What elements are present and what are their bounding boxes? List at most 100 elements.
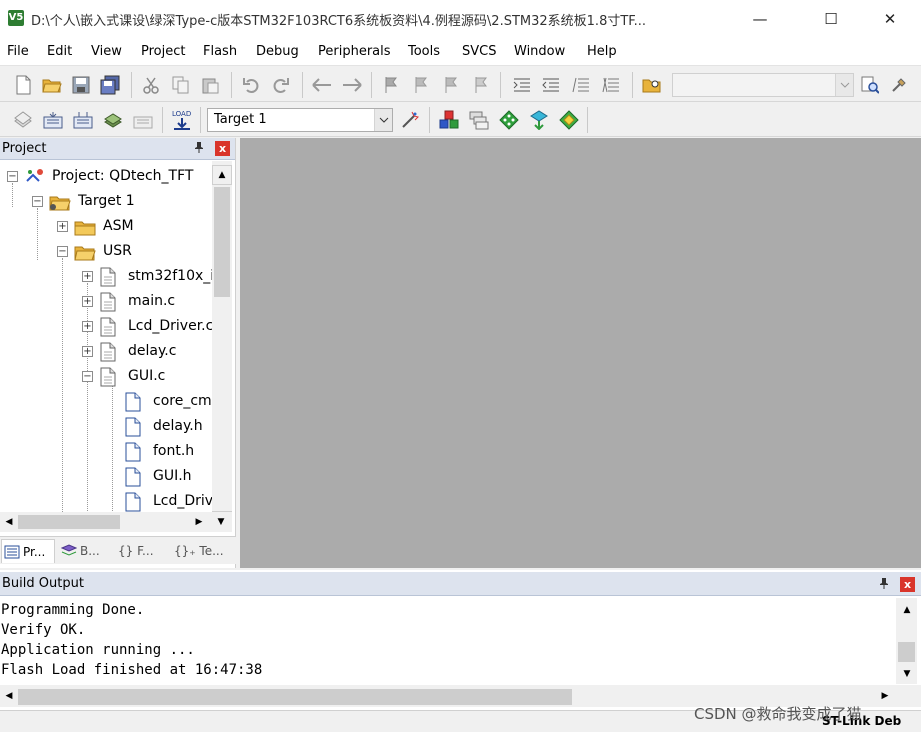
- close-panel-button[interactable]: x: [215, 141, 230, 156]
- scroll-left-icon[interactable]: ◀: [0, 512, 18, 532]
- menu-file[interactable]: File: [7, 44, 29, 59]
- tree-horizontal-scrollbar[interactable]: ◀ ▶ ▼: [0, 512, 232, 532]
- menu-peripherals[interactable]: Peripherals: [318, 44, 391, 59]
- find-combo[interactable]: [672, 73, 854, 97]
- scroll-left-icon[interactable]: ◀: [0, 686, 18, 706]
- collapse-icon[interactable]: −: [32, 196, 43, 207]
- tree-item-label: font.h: [153, 443, 195, 459]
- indent-icon[interactable]: [511, 74, 533, 96]
- menu-debug[interactable]: Debug: [256, 44, 299, 59]
- target-select[interactable]: Target 1: [207, 108, 393, 132]
- undo-icon[interactable]: [240, 74, 262, 96]
- pin-icon[interactable]: [192, 141, 206, 155]
- h-file-icon: [124, 492, 144, 512]
- rebuild-icon[interactable]: [72, 109, 94, 131]
- prev-bookmark-icon[interactable]: [410, 74, 432, 96]
- bookmark-icon[interactable]: [380, 74, 402, 96]
- scroll-thumb[interactable]: [18, 515, 120, 529]
- copy-icon[interactable]: [170, 74, 192, 96]
- menu-edit[interactable]: Edit: [47, 44, 72, 59]
- manage-run-time-environment-icon[interactable]: [498, 109, 520, 131]
- save-all-icon[interactable]: [99, 74, 121, 96]
- build-output-title: Build Output: [2, 576, 84, 591]
- unindent-icon[interactable]: [540, 74, 562, 96]
- tab-functions[interactable]: {} F...: [116, 539, 168, 563]
- next-bookmark-icon[interactable]: [440, 74, 462, 96]
- menu-tools[interactable]: Tools: [408, 44, 440, 59]
- menu-svcs[interactable]: SVCS: [462, 44, 496, 59]
- toolbar-separator: [371, 72, 372, 98]
- select-packs-icon[interactable]: [468, 109, 490, 131]
- tree-item-label: Lcd_Driv: [153, 493, 212, 509]
- expand-icon[interactable]: +: [82, 296, 93, 307]
- menu-project[interactable]: Project: [141, 44, 185, 59]
- download-load-button[interactable]: LOAD: [171, 109, 193, 131]
- build-vertical-scrollbar[interactable]: ▲ ▼: [896, 598, 917, 684]
- stop-build-icon[interactable]: [132, 109, 154, 131]
- scroll-down-icon[interactable]: ▼: [212, 512, 230, 532]
- menu-window[interactable]: Window: [514, 44, 565, 59]
- h-file-icon: [124, 417, 144, 437]
- build-icon[interactable]: [42, 109, 64, 131]
- scroll-right-icon[interactable]: ▶: [876, 686, 894, 706]
- chevron-down-icon[interactable]: [374, 109, 392, 131]
- close-window-button[interactable]: ✕: [867, 0, 913, 38]
- minimize-button[interactable]: —: [737, 0, 783, 38]
- collapse-icon[interactable]: −: [7, 171, 18, 182]
- h-file-icon: [124, 392, 144, 412]
- expand-icon[interactable]: +: [82, 346, 93, 357]
- menu-help[interactable]: Help: [587, 44, 617, 59]
- expand-icon[interactable]: +: [82, 271, 93, 282]
- pack-installer-icon[interactable]: [528, 109, 550, 131]
- tree-connector: [37, 208, 38, 260]
- batch-build-icon[interactable]: [102, 109, 124, 131]
- new-file-icon[interactable]: [12, 74, 34, 96]
- c-file-icon: [99, 342, 119, 362]
- scroll-up-icon[interactable]: ▲: [898, 600, 916, 620]
- find-icon[interactable]: [859, 74, 881, 96]
- scroll-thumb[interactable]: [18, 689, 572, 705]
- c-file-icon: [99, 367, 119, 387]
- find-in-files-icon[interactable]: [641, 74, 663, 96]
- toolbar-separator: [429, 107, 430, 133]
- scroll-thumb[interactable]: [898, 642, 915, 662]
- expand-icon[interactable]: +: [82, 321, 93, 332]
- tree-item-label: delay.c: [128, 343, 177, 359]
- chevron-down-icon[interactable]: [835, 74, 853, 96]
- paste-icon[interactable]: [199, 74, 221, 96]
- collapse-icon[interactable]: −: [82, 371, 93, 382]
- clear-bookmarks-icon[interactable]: [470, 74, 492, 96]
- tab-project[interactable]: Pr...: [1, 539, 55, 563]
- cut-icon[interactable]: [140, 74, 162, 96]
- tab-books[interactable]: B...: [59, 539, 111, 563]
- target-options-icon[interactable]: [399, 109, 421, 131]
- menu-flash[interactable]: Flash: [203, 44, 237, 59]
- manage-project-items-icon[interactable]: [438, 109, 460, 131]
- tree-vertical-scrollbar[interactable]: ▲ ▼: [212, 161, 232, 531]
- open-file-icon[interactable]: [41, 74, 63, 96]
- editor-area[interactable]: [240, 138, 921, 568]
- redo-icon[interactable]: [270, 74, 292, 96]
- expand-icon[interactable]: +: [57, 221, 68, 232]
- scroll-right-icon[interactable]: ▶: [190, 512, 208, 532]
- output-line: Application running ...: [1, 642, 195, 658]
- collapse-icon[interactable]: −: [57, 246, 68, 257]
- scroll-up-icon[interactable]: ▲: [212, 165, 232, 185]
- toolbar-separator: [200, 107, 201, 133]
- maximize-button[interactable]: ☐: [808, 0, 854, 38]
- comment-icon[interactable]: [570, 74, 592, 96]
- project-panel-title: Project: [2, 141, 47, 156]
- close-panel-button[interactable]: x: [900, 577, 915, 592]
- incremental-find-icon[interactable]: [888, 74, 910, 96]
- pin-icon[interactable]: [877, 577, 891, 591]
- menu-view[interactable]: View: [91, 44, 122, 59]
- scroll-thumb[interactable]: [214, 187, 230, 297]
- save-icon[interactable]: [70, 74, 92, 96]
- uncomment-icon[interactable]: [600, 74, 622, 96]
- install-pack-icon[interactable]: [558, 109, 580, 131]
- translate-icon[interactable]: [12, 109, 34, 131]
- navigate-forward-icon[interactable]: [341, 74, 363, 96]
- scroll-down-icon[interactable]: ▼: [898, 664, 916, 684]
- navigate-back-icon[interactable]: [311, 74, 333, 96]
- tab-templates[interactable]: {}₊ Te...: [172, 539, 232, 563]
